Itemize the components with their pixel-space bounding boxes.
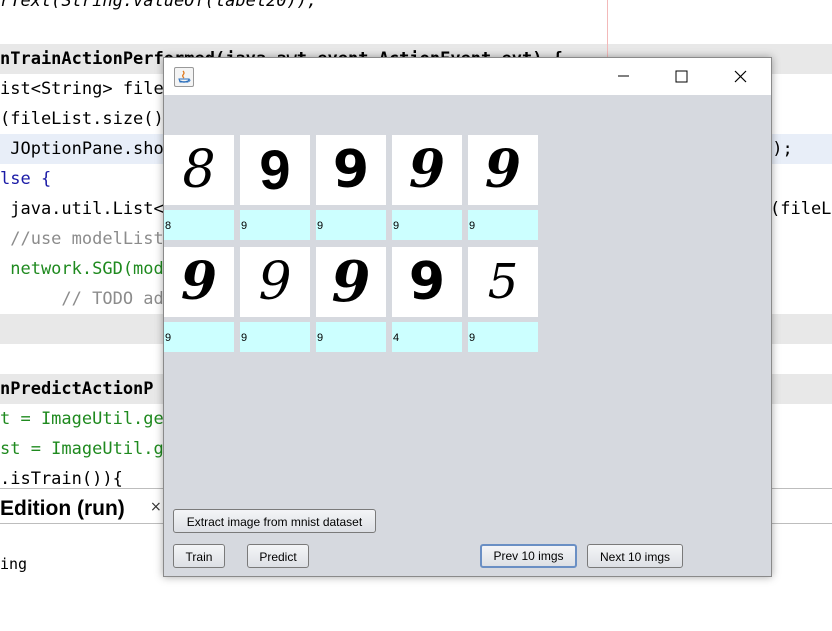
digit-image: 9 (240, 247, 310, 317)
minimize-button[interactable] (594, 58, 652, 95)
prediction-label: 9 (468, 322, 538, 352)
prediction-label: 9 (316, 322, 386, 352)
prediction-label: 9 (392, 210, 462, 240)
output-text: ing (0, 555, 28, 573)
extract-button[interactable]: Extract image from mnist dataset (173, 509, 376, 533)
digit-image: 9 (392, 135, 462, 205)
prev-images-button[interactable]: Prev 10 imgs (480, 544, 577, 568)
code-line: //use modelList (0, 229, 164, 249)
predict-button[interactable]: Predict (247, 544, 309, 568)
digit-image: 9 (316, 247, 386, 317)
prediction-label: 9 (240, 210, 310, 240)
digit-image: 9 (468, 135, 538, 205)
prediction-label: 9 (468, 210, 538, 240)
mnist-window: 8 9 9 9 9 8 9 9 9 9 9 9 9 9 5 9 9 9 4 9 … (163, 57, 772, 577)
output-tab-title[interactable]: Edition (run) (0, 497, 125, 521)
maximize-button[interactable] (652, 58, 710, 95)
maximize-icon (675, 70, 688, 83)
prediction-label: 8 (164, 210, 234, 240)
close-button[interactable] (712, 58, 770, 95)
code-line: network.SGD(mode (0, 259, 174, 279)
prediction-label: 9 (164, 322, 234, 352)
code-line: (fileList.size() (0, 109, 164, 129)
java-icon (174, 67, 194, 87)
title-bar[interactable] (164, 58, 771, 95)
close-icon[interactable]: × (150, 499, 162, 515)
code-line: st = ImageUtil.ge (0, 439, 174, 459)
code-line: // TODO add (0, 289, 174, 309)
code-line: t = ImageUtil.get (0, 409, 174, 429)
close-icon (734, 70, 747, 83)
code-line: lse { (0, 169, 52, 189)
digit-image: 5 (468, 247, 538, 317)
code-line: ist<String> fileL (0, 79, 174, 99)
code-fragment: (fileLi (770, 199, 832, 219)
train-button[interactable]: Train (173, 544, 225, 568)
prediction-label: 9 (240, 322, 310, 352)
digit-image: 9 (316, 135, 386, 205)
code-line: java.util.List<L (0, 199, 174, 219)
digit-image: 8 (164, 135, 234, 205)
code-line: JOptionPane.show (0, 139, 174, 159)
code-line: nPredictActionP (0, 379, 154, 399)
prediction-label: 9 (316, 210, 386, 240)
digit-image: 9 (164, 247, 234, 317)
next-images-button[interactable]: Next 10 imgs (587, 544, 683, 568)
digit-image: 9 (392, 247, 462, 317)
prediction-label: 4 (392, 322, 462, 352)
window-content: 8 9 9 9 9 8 9 9 9 9 9 9 9 9 5 9 9 9 4 9 … (164, 95, 771, 576)
digit-image: 9 (240, 135, 310, 205)
code-line: rText(String.valueOf(label20)); (0, 0, 318, 11)
minimize-icon (618, 75, 629, 77)
